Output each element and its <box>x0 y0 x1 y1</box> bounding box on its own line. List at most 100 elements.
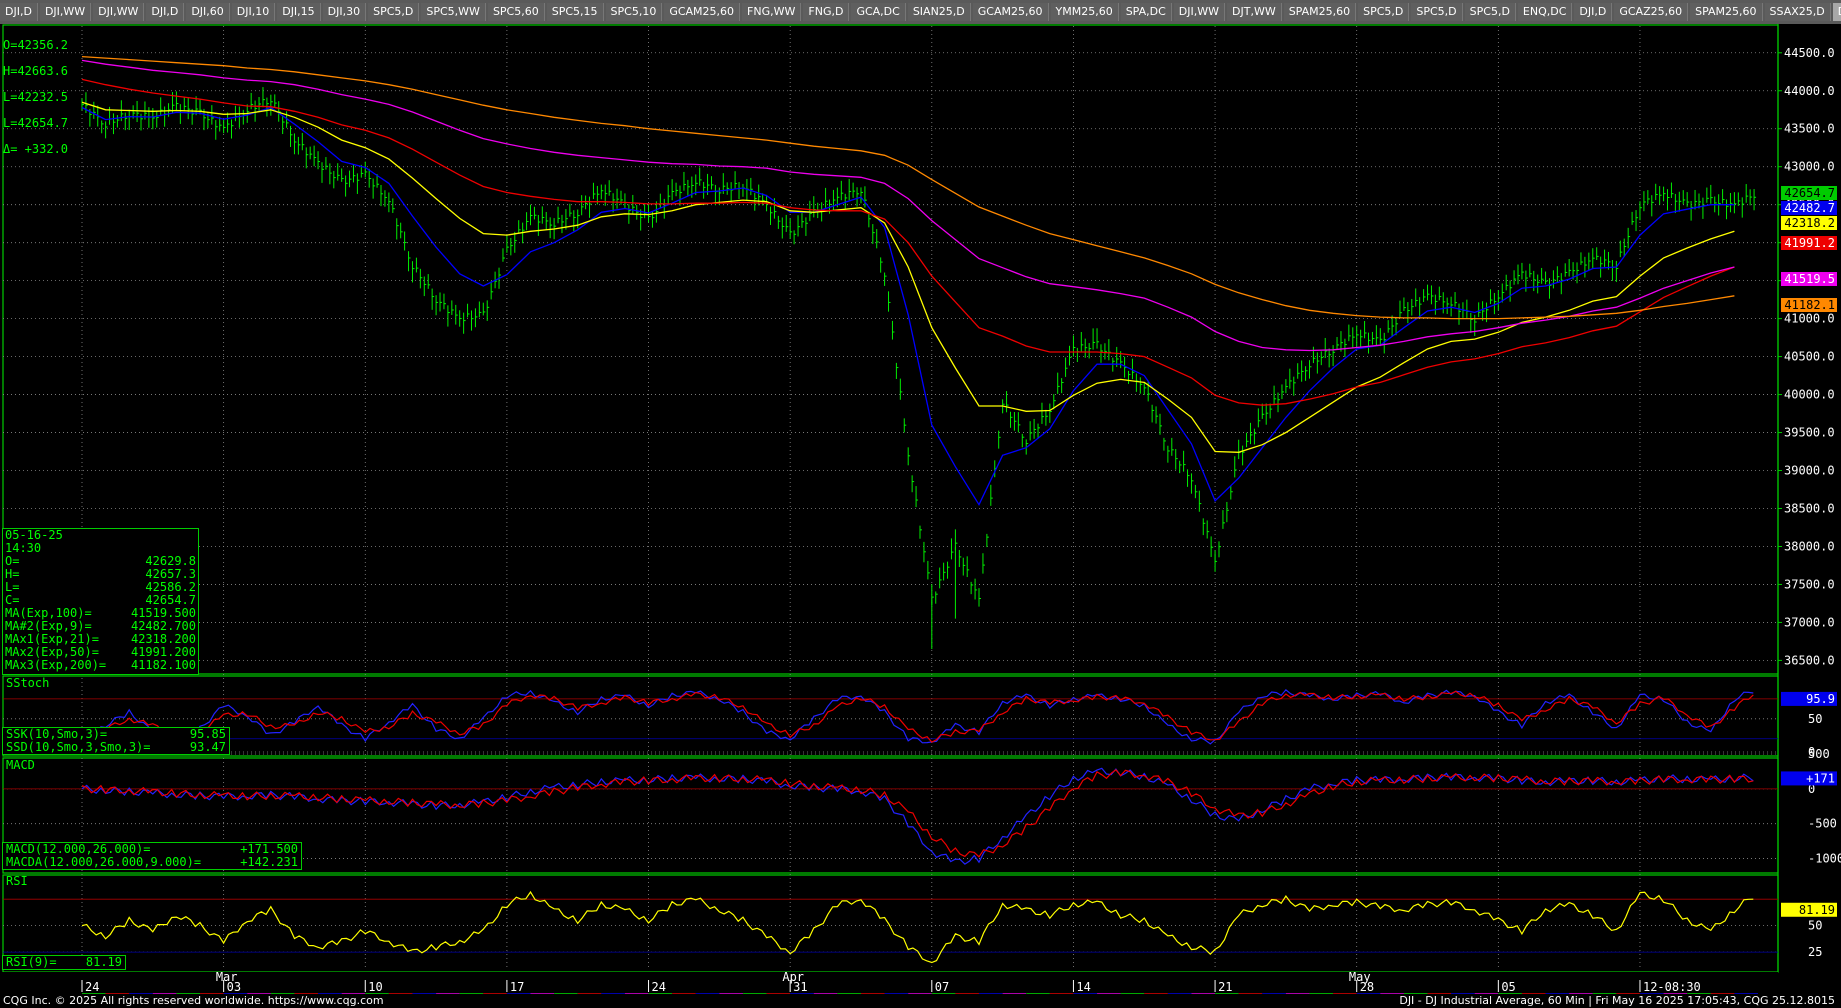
data-window-key: MAx3(Exp,200)= <box>5 658 107 672</box>
chart-tab[interactable]: DJI,D <box>146 3 185 21</box>
copyright-text: CQG Inc. © 2025 All rights reserved worl… <box>3 994 384 1007</box>
rsi-value: 81.19 <box>85 955 122 969</box>
ohlc-low: L=42232.5 <box>3 90 69 104</box>
chart-tab[interactable]: GCAM25,60 <box>664 3 741 21</box>
macd-tick-label: 500 <box>1808 747 1830 761</box>
chart-tab[interactable]: FNG,D <box>803 3 850 21</box>
x-tick-label: 17 <box>510 980 524 994</box>
chart-tab[interactable]: SPA,DC <box>1120 3 1172 21</box>
data-window-row: MAx3(Exp,200)= 41182.100 <box>3 659 198 672</box>
y-tick-label: 40000.0 <box>1784 388 1835 402</box>
rsi-tick-label: 25 <box>1808 945 1822 959</box>
stoch-panel-label: SStoch <box>6 676 50 690</box>
chart-tab[interactable]: SPC5,D <box>1464 3 1516 21</box>
chart-tab[interactable]: SPC5,WW <box>421 3 486 21</box>
macda-value: +142.231 <box>240 855 298 869</box>
last-value-tag: 41991.2 <box>1781 236 1837 251</box>
last-value-tag: 42654.7 <box>1781 185 1837 200</box>
moving-average-line <box>81 101 1735 453</box>
macd-line <box>81 767 1754 865</box>
chart-tab[interactable]: SSAX25,D <box>1764 3 1831 21</box>
y-tick-label: 43500.0 <box>1784 122 1835 136</box>
chart-tab[interactable]: SIAN25,D <box>907 3 971 21</box>
chart-tab[interactable]: SPC5,15 <box>546 3 604 21</box>
y-tick-label: 38500.0 <box>1784 502 1835 516</box>
macd-tick-label: -500 <box>1808 817 1837 831</box>
x-tick-label: 14 <box>1076 980 1090 994</box>
y-tick-label: 37500.0 <box>1784 577 1835 591</box>
y-tick-label: 39500.0 <box>1784 426 1835 440</box>
chart-tab[interactable]: SPAM25,60 <box>1283 3 1357 21</box>
chart-tab[interactable]: DJI,D <box>1574 3 1613 21</box>
x-tick-label: 24 <box>85 980 99 994</box>
status-footer: CQG Inc. © 2025 All rights reserved worl… <box>0 994 1841 1008</box>
macd-value-tag-text: +171 <box>1806 771 1835 785</box>
chart-tab[interactable]: DJI,60 <box>186 3 230 21</box>
x-tick-label: 12-08:30 <box>1643 980 1701 994</box>
moving-average-line <box>81 78 1735 406</box>
last-value-tag: 41519.5 <box>1781 272 1837 287</box>
data-window-value: 41182.100 <box>130 658 196 672</box>
macd-values-box: MACD(12.000,26.000)= +171.500 MACDA(12.00… <box>2 842 302 870</box>
chart-tab[interactable]: DJI,D <box>0 3 38 21</box>
y-tick-label: 37000.0 <box>1784 615 1835 629</box>
x-tick-label: 05 <box>1501 980 1515 994</box>
chart-tab[interactable]: DJI,WW <box>93 3 145 21</box>
ohlc-last: L=42654.7 <box>3 116 69 130</box>
ohlc-high: H=42663.6 <box>3 64 69 78</box>
x-month-label: May <box>1349 970 1371 984</box>
chart-tab[interactable]: DJI,WW <box>1173 3 1226 21</box>
stoch-panel-border <box>2 675 1779 757</box>
y-tick-label: 40500.0 <box>1784 350 1835 364</box>
x-tick-label: 10 <box>368 980 382 994</box>
last-value-tag: 42318.2 <box>1781 215 1837 230</box>
chart-tab[interactable]: DJI,60 <box>1832 3 1841 21</box>
rsi-panel-border <box>2 874 1779 973</box>
y-tick-label: 39000.0 <box>1784 464 1835 478</box>
ohlc-change: Δ= +332.0 <box>3 142 69 156</box>
ohlc-open: O=42356.2 <box>3 38 69 52</box>
chart-tab[interactable]: SPC5,D <box>1411 3 1463 21</box>
chart-tab[interactable]: DJT,WW <box>1227 3 1282 21</box>
y-tick-label: 43000.0 <box>1784 160 1835 174</box>
chart-tab-bar: DJI,D DJI,WW DJI,WW DJI,D DJI,60 DJI,10 DJI,15… <box>0 0 1841 24</box>
x-tick-label: 24 <box>652 980 666 994</box>
chart-tab[interactable]: DJI,30 <box>322 3 367 21</box>
chart-tab[interactable]: SPC5,60 <box>487 3 545 21</box>
instrument-info: DJI - DJ Industrial Average, 60 Min | Fr… <box>1399 994 1835 1007</box>
chart-tab[interactable]: SPC5,D <box>368 3 420 21</box>
stoch-values-box: SSK(10,Smo,3)= 95.85 SSD(10,Smo,3,Smo,3)=… <box>2 727 230 755</box>
chart-tab[interactable]: YMM25,60 <box>1050 3 1119 21</box>
stoch-value-tag-text: 95.9 <box>1806 692 1835 706</box>
chart-tab[interactable]: GCAZ25,60 <box>1614 3 1689 21</box>
moving-average-line <box>81 55 1735 320</box>
ssd-label: SSD(10,Smo,3,Smo,3)= <box>6 740 151 754</box>
chart-tab[interactable]: ENQ,DC <box>1517 3 1573 21</box>
x-tick-label: 07 <box>935 980 949 994</box>
chart-tab[interactable]: SPAM25,60 <box>1690 3 1763 21</box>
last-value-tag: 41182.1 <box>1781 297 1837 312</box>
rsi-value-tag-text: 81.19 <box>1799 903 1835 917</box>
x-month-label: Apr <box>782 970 804 984</box>
chart-tab[interactable]: DJI,15 <box>277 3 321 21</box>
y-tick-label: 41000.0 <box>1784 312 1835 326</box>
rsi-values-box: RSI(9)= 81.19 <box>2 955 126 970</box>
x-month-label: Mar <box>216 970 238 984</box>
last-value-tag: 42482.7 <box>1781 200 1837 215</box>
chart-tab[interactable]: GCA,DC <box>851 3 906 21</box>
chart-tab[interactable]: DJI,10 <box>231 3 276 21</box>
ohlc-readout: O=42356.2 H=42663.6 L=42232.5 L=42654.7 … <box>3 26 68 169</box>
chart-tab[interactable]: SPC5,10 <box>605 3 663 21</box>
x-tick-label: 21 <box>1218 980 1232 994</box>
chart-tab[interactable]: FNG,WW <box>742 3 802 21</box>
macda-label: MACDA(12.000,26.000,9.000)= <box>6 855 202 869</box>
ssd-value: 93.47 <box>189 740 226 754</box>
y-tick-label: 44500.0 <box>1784 46 1835 60</box>
y-tick-label: 36500.0 <box>1784 653 1835 667</box>
macd-panel-label: MACD <box>6 758 35 772</box>
macd-tick-label: -1000 <box>1808 852 1841 866</box>
chart-tab[interactable]: SPC5,D <box>1358 3 1410 21</box>
chart-tab[interactable]: DJI,WW <box>39 3 92 21</box>
chart-tab[interactable]: GCAM25,60 <box>972 3 1049 21</box>
rsi-label: RSI(9)= <box>6 955 57 969</box>
